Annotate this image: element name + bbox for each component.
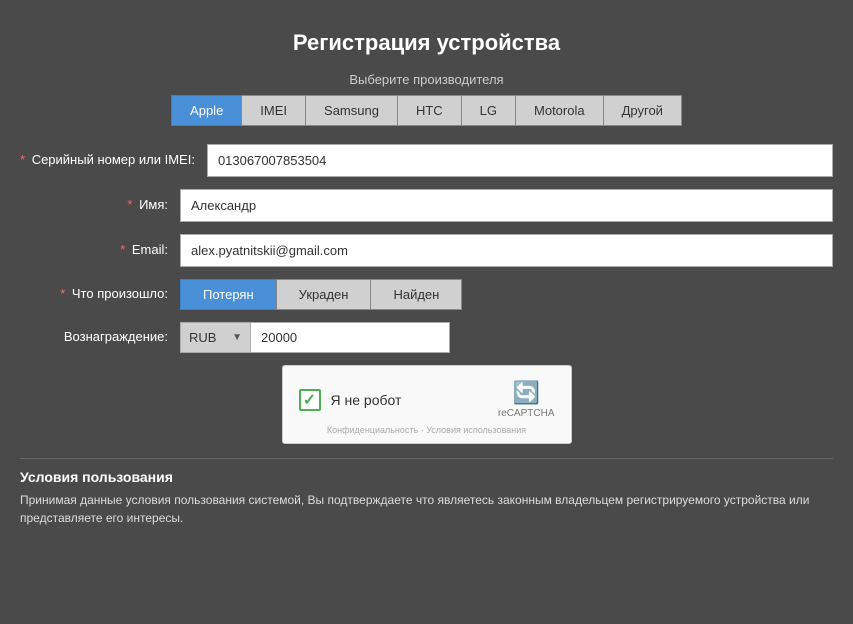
- serial-label: * Серийный номер или IMEI:: [20, 152, 207, 169]
- captcha-logo: 🔄 reCAPTCHA: [498, 380, 555, 419]
- status-stolen[interactable]: Украден: [276, 279, 371, 310]
- required-star-email: *: [120, 242, 125, 257]
- captcha-inner: ✓ Я не робот 🔄 reCAPTCHA: [299, 380, 555, 419]
- manufacturer-tabs: Apple IMEI Samsung HTC LG Motorola Друго…: [20, 95, 833, 126]
- check-icon: ✓: [303, 390, 316, 410]
- currency-select[interactable]: RUB ▼: [180, 322, 250, 353]
- tab-imei[interactable]: IMEI: [241, 95, 305, 126]
- captcha-label: Я не робот: [331, 392, 402, 408]
- email-row: * Email:: [20, 234, 833, 267]
- chevron-down-icon: ▼: [232, 332, 242, 343]
- required-star: *: [20, 152, 25, 167]
- captcha-box[interactable]: ✓ Я не робот 🔄 reCAPTCHA Конфиденциально…: [282, 365, 572, 444]
- required-star-status: *: [60, 286, 65, 301]
- captcha-checkbox[interactable]: ✓: [299, 389, 321, 411]
- name-label: * Имя:: [20, 197, 180, 214]
- captcha-footer: Конфиденциальность · Условия использован…: [299, 425, 555, 435]
- registration-form: * Серийный номер или IMEI: * Имя: * Emai…: [20, 144, 833, 353]
- reward-group: RUB ▼: [180, 322, 450, 353]
- tab-lg[interactable]: LG: [461, 95, 515, 126]
- status-lost[interactable]: Потерян: [180, 279, 276, 310]
- serial-input[interactable]: [207, 144, 833, 177]
- terms-section: Условия пользования Принимая данные усло…: [20, 458, 833, 527]
- recaptcha-icon: 🔄: [512, 380, 539, 406]
- terms-text: Принимая данные условия пользования сист…: [20, 491, 833, 527]
- terms-title: Условия пользования: [20, 469, 833, 485]
- name-input[interactable]: [180, 189, 833, 222]
- status-buttons: Потерян Украден Найден: [180, 279, 462, 310]
- serial-row: * Серийный номер или IMEI:: [20, 144, 833, 177]
- email-input[interactable]: [180, 234, 833, 267]
- page-title: Регистрация устройства: [20, 30, 833, 56]
- manufacturer-label: Выберите производителя: [20, 72, 833, 87]
- captcha-row: ✓ Я не робот 🔄 reCAPTCHA Конфиденциально…: [20, 365, 833, 444]
- reward-row: Вознаграждение: RUB ▼: [20, 322, 833, 353]
- reward-label: Вознаграждение:: [20, 329, 180, 346]
- tab-other[interactable]: Другой: [603, 95, 682, 126]
- required-star-name: *: [127, 197, 132, 212]
- tab-apple[interactable]: Apple: [171, 95, 241, 126]
- tab-motorola[interactable]: Motorola: [515, 95, 603, 126]
- reward-input[interactable]: [250, 322, 450, 353]
- status-row: * Что произошло: Потерян Украден Найден: [20, 279, 833, 310]
- captcha-check-area: ✓ Я не робот: [299, 389, 402, 411]
- tab-htc[interactable]: HTC: [397, 95, 461, 126]
- status-found[interactable]: Найден: [370, 279, 462, 310]
- page-container: Регистрация устройства Выберите производ…: [0, 20, 853, 547]
- status-label: * Что произошло:: [20, 286, 180, 303]
- email-label: * Email:: [20, 242, 180, 259]
- tab-samsung[interactable]: Samsung: [305, 95, 397, 126]
- captcha-brand: reCAPTCHA: [498, 408, 555, 419]
- name-row: * Имя:: [20, 189, 833, 222]
- currency-value: RUB: [189, 330, 216, 345]
